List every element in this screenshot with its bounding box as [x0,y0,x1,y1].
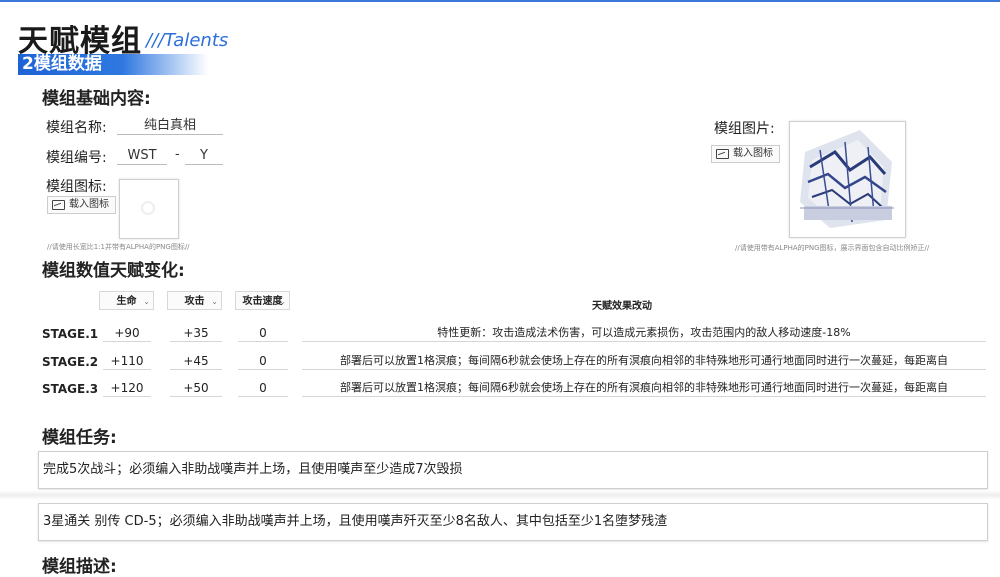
module-name-input[interactable]: 纯白真相 [117,117,223,135]
stat-column-select-hp[interactable]: 生命 ⌄ [99,291,154,310]
stage-label: STAGE.3 [42,382,99,396]
section-title: 2模组数据 [22,54,102,74]
chevron-down-icon: ⌄ [211,297,218,306]
aspd-input[interactable]: 0 [238,353,288,370]
module-image-label: 模组图片: [714,121,775,137]
module-code-label: 模组编号: [46,150,107,166]
load-icon-button-label: 载入图标 [69,199,109,210]
image-icon [52,200,65,210]
icon-note: //请使用长宽比1:1并带有ALPHA的PNG图标// [47,243,190,251]
hp-input[interactable]: +120 [103,380,151,397]
task-input-2[interactable]: 3星通关 别传 CD-5；必须编入非助战嘆声并上场，且使用嘆声歼灭至少8名敌人、… [38,503,988,541]
stage-label: STAGE.2 [42,355,99,369]
effect-input[interactable]: 特性更新：攻击造成法术伤害，可以造成元素损伤，攻击范围内的敌人移动速度-18% [302,325,986,342]
module-code-suffix-input[interactable]: Y [185,147,223,165]
aspd-input[interactable]: 0 [238,325,288,342]
effect-input[interactable]: 部署后可以放置1格溟痕；每间隔6秒就会使场上存在的所有溟痕向相邻的非特殊地形可通… [302,380,986,397]
page-title-english: ///Talents [146,30,229,51]
load-image-button-label: 载入图标 [733,148,773,159]
task-input-1[interactable]: 完成5次战斗；必须编入非助战嘆声并上场，且使用嘆声至少造成7次毁损 [38,451,988,489]
atk-input[interactable]: +50 [170,380,222,397]
effect-column-header: 天赋效果改动 [592,301,652,312]
module-icon-label: 模组图标: [46,179,107,195]
effect-input[interactable]: 部署后可以放置1格溟痕；每间隔6秒就会使场上存在的所有溟痕向相邻的非特殊地形可通… [302,353,986,370]
module-image-preview[interactable] [789,121,906,238]
module-icon-preview[interactable] [119,179,179,239]
tasks-heading: 模组任务: [42,428,117,448]
icon-placeholder [141,201,155,215]
image-note: //请使用带有ALPHA的PNG图标，展示界面包含自动比例矫正// [735,244,930,252]
top-accent-line [0,0,1000,2]
aspd-input[interactable]: 0 [238,380,288,397]
section-divider [0,490,1000,500]
load-image-button[interactable]: 载入图标 [711,145,780,163]
stat-column-hp-label: 生命 [116,296,137,307]
module-code-prefix-input[interactable]: WST [117,147,167,165]
basic-content-heading: 模组基础内容: [42,89,151,109]
module-name-label: 模组名称: [46,120,107,136]
hp-input[interactable]: +110 [103,353,151,370]
atk-input[interactable]: +45 [170,353,222,370]
chevron-down-icon: ⌄ [279,297,286,306]
image-icon [716,149,729,159]
hp-input[interactable]: +90 [103,325,151,342]
stat-column-atk-label: 攻击 [184,296,205,307]
stat-column-select-atk[interactable]: 攻击 ⌄ [167,291,222,310]
stat-column-select-aspd[interactable]: 攻击速度 ⌄ [235,291,290,310]
stage-label: STAGE.1 [42,327,99,341]
chevron-down-icon: ⌄ [143,297,150,306]
load-icon-button[interactable]: 载入图标 [47,196,116,214]
stats-heading: 模组数值天赋变化: [42,261,185,281]
atk-input[interactable]: +35 [170,325,222,342]
module-art [800,130,894,228]
stat-column-aspd-label: 攻击速度 [242,296,283,307]
module-code-separator: - [175,147,180,162]
description-heading: 模组描述: [42,557,117,577]
